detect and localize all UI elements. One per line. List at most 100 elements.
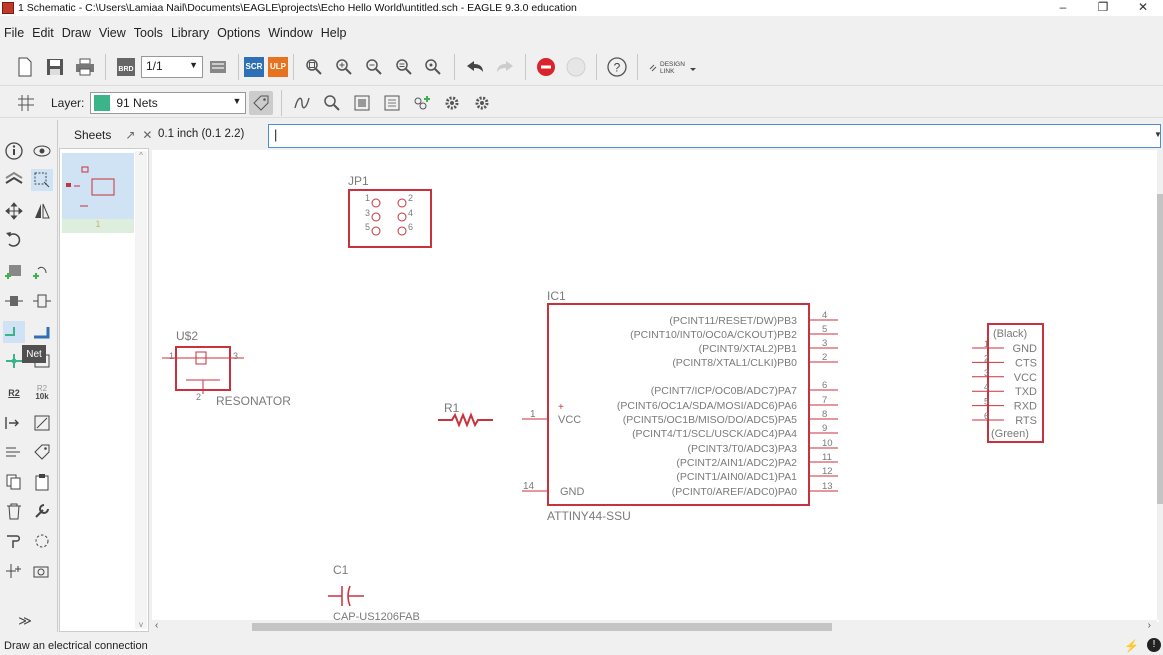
net-tool-icon[interactable] [3, 321, 25, 343]
undock-icon[interactable]: ↗ [125, 128, 135, 142]
layer-select[interactable]: 91 Nets ▼ [90, 91, 247, 114]
menu-edit[interactable]: Edit [28, 26, 58, 40]
maximize-button[interactable]: ❐ [1083, 0, 1123, 16]
zoom-out-icon[interactable] [362, 55, 386, 79]
paste-icon[interactable] [31, 471, 53, 493]
layers-icon[interactable] [3, 169, 25, 191]
tag-icon[interactable] [31, 441, 53, 463]
info-part-icon[interactable] [380, 91, 404, 115]
sheets-scrollbar[interactable]: ^ v [135, 151, 147, 629]
copy-icon[interactable] [3, 471, 25, 493]
close-panel-icon[interactable]: ✕ [142, 128, 152, 142]
options-gear-icon[interactable] [470, 91, 494, 115]
menu-window[interactable]: Window [264, 26, 316, 40]
status-text: Draw an electrical connection [4, 640, 148, 652]
save-icon[interactable] [43, 55, 67, 79]
wire-style-icon[interactable] [290, 91, 314, 115]
menu-draw[interactable]: Draw [58, 26, 95, 40]
show-icon[interactable] [350, 91, 374, 115]
menu-file[interactable]: File [0, 26, 28, 40]
toolbar-divider [238, 53, 239, 80]
menu-options[interactable]: Options [213, 26, 264, 40]
menu-library[interactable]: Library [167, 26, 213, 40]
command-line-input[interactable]: | [268, 124, 1161, 148]
zoom-to-fit-icon[interactable] [302, 55, 326, 79]
ic1-pin-label: (PCINT6/OC1A/SDA/MOSI/ADC6)PA6 [617, 400, 797, 412]
new-file-icon[interactable] [13, 55, 37, 79]
schematic-canvas[interactable]: JP1 1 2 3 4 5 6 U$2 1 3 2 RESONATOR R1 I… [152, 150, 1159, 622]
info-icon[interactable] [3, 140, 25, 162]
replace-icon[interactable] [3, 290, 25, 312]
minimize-button[interactable]: – [1043, 0, 1083, 16]
help-icon[interactable]: ? [605, 55, 629, 79]
wrench-icon[interactable] [31, 500, 53, 522]
group-select-icon[interactable] [31, 169, 53, 191]
r1-resistor[interactable]: R1 [438, 401, 493, 428]
jp1-name: JP1 [348, 174, 369, 188]
line-tool-icon[interactable] [31, 412, 53, 434]
sheet-thumbnail[interactable] [62, 153, 134, 219]
menu-help[interactable]: Help [317, 26, 351, 40]
move-icon[interactable] [3, 200, 25, 222]
smash-icon[interactable] [3, 560, 25, 582]
ic1-pin-number: 7 [822, 395, 827, 406]
undo-icon[interactable] [463, 55, 487, 79]
ic1-attiny44[interactable]: IC1 (PCINT11/RESET/DW)PB3 4 (PCINT10/INT0/… [522, 289, 838, 523]
svg-text:1: 1 [169, 351, 174, 361]
board-switch-icon[interactable]: BRD [114, 55, 138, 79]
jp1-header[interactable]: JP1 1 2 3 4 5 6 [348, 174, 432, 248]
zoom-select-icon[interactable] [422, 55, 446, 79]
net-tooltip: Net [22, 345, 46, 363]
add-part-icon[interactable] [3, 261, 25, 283]
chevron-right-icon[interactable]: › [1148, 620, 1151, 631]
show-eye-icon[interactable] [31, 140, 53, 162]
camera-icon[interactable] [31, 560, 53, 582]
menu-view[interactable]: View [95, 26, 130, 40]
sheet-select[interactable]: 1/1 ▼ [141, 55, 203, 78]
ftdi-header[interactable]: (Black) 1 GND 2 CTS 3 VCC 4 TXD 5 RXD 6 RTS (Green) [972, 323, 1044, 443]
ic1-pin-number: 5 [822, 324, 827, 335]
u2-resonator[interactable]: U$2 1 3 2 RESONATOR [162, 329, 291, 408]
ulp-button[interactable]: ULP [268, 56, 288, 77]
parameter-toolbar: Layer: 91 Nets ▼ [0, 88, 1163, 118]
expand-more-icon[interactable]: ≫ [14, 610, 36, 632]
split-icon[interactable] [3, 441, 25, 463]
vertical-scrollbar[interactable] [1157, 150, 1163, 620]
warning-icon[interactable]: ! [1147, 638, 1161, 652]
script-button[interactable]: SCR [244, 56, 264, 77]
status-bar: Draw an electrical connection ⚡ ! [0, 637, 1163, 655]
name-tool-icon[interactable]: R2 [3, 382, 25, 404]
redo-icon[interactable] [493, 55, 517, 79]
delete-trash-icon[interactable] [3, 500, 25, 522]
print-icon[interactable] [73, 55, 97, 79]
close-button[interactable]: ✕ [1123, 0, 1163, 16]
miter-icon[interactable] [3, 530, 25, 552]
rotate-icon[interactable] [3, 229, 25, 251]
horizontal-scrollbar[interactable]: ‹ › [152, 620, 1157, 634]
settings-gear-icon[interactable] [440, 91, 464, 115]
horizontal-scroll-thumb[interactable] [252, 623, 832, 631]
zoom-in-icon[interactable] [332, 55, 356, 79]
go-icon[interactable] [564, 55, 588, 79]
svg-text:?: ? [614, 60, 621, 74]
arc-icon[interactable] [31, 530, 53, 552]
chevron-down-icon[interactable]: ▼ [1154, 130, 1162, 139]
design-link-button[interactable]: DESIGN LINK [646, 55, 698, 79]
net-class-tag-icon[interactable] [249, 90, 274, 115]
attribute-icon[interactable] [3, 412, 25, 434]
chevron-left-icon[interactable]: ‹ [155, 620, 158, 631]
add-connection-icon[interactable] [410, 91, 434, 115]
menu-tools[interactable]: Tools [130, 26, 167, 40]
add-pin-icon[interactable] [31, 261, 53, 283]
zoom-search-icon[interactable] [320, 91, 344, 115]
grid-icon[interactable] [14, 91, 38, 115]
bus-tool-icon[interactable] [31, 321, 53, 343]
stop-icon[interactable] [534, 55, 558, 79]
vertical-scroll-thumb[interactable] [1157, 194, 1163, 504]
mirror-icon[interactable] [31, 200, 53, 222]
c1-capacitor[interactable]: C1 CAP-US1206FAB [328, 563, 420, 622]
cam-processor-icon[interactable] [206, 55, 230, 79]
value-tool-icon[interactable]: R2 10k [31, 382, 53, 404]
zoom-redraw-icon[interactable] [392, 55, 416, 79]
gate-swap-icon[interactable] [31, 290, 53, 312]
